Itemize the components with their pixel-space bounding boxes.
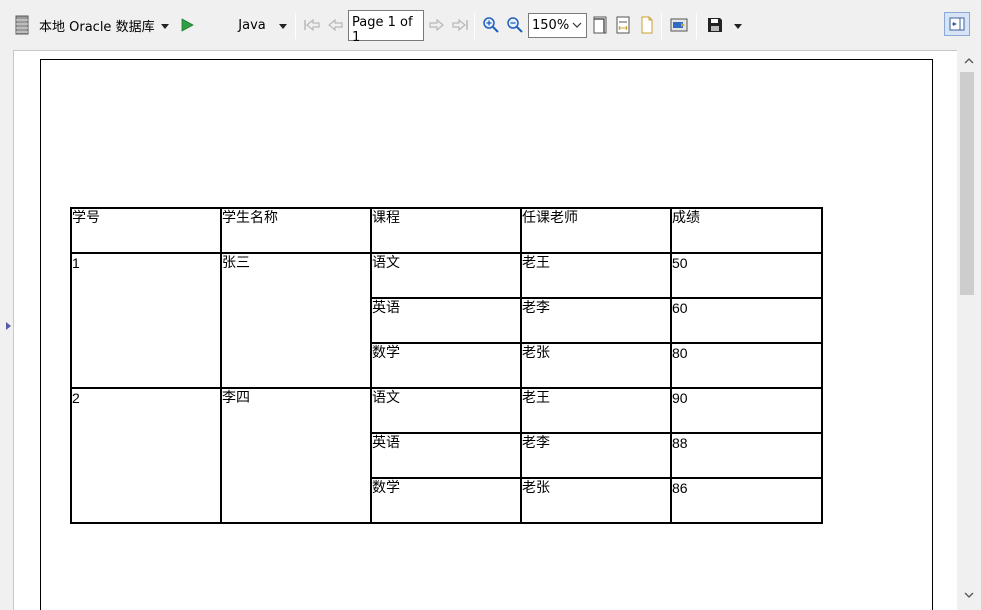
chevron-down-icon bbox=[161, 23, 169, 29]
datasource-select[interactable]: 本地 Oracle 数据库 bbox=[39, 16, 155, 35]
first-page-button[interactable] bbox=[302, 15, 322, 35]
chevron-down-icon bbox=[734, 23, 742, 29]
fit-width-button[interactable] bbox=[613, 15, 633, 35]
header-cell: 学号 bbox=[70, 207, 222, 254]
table-row: 2 李四 语文 老王 90 bbox=[70, 387, 823, 524]
score-cell: 90 bbox=[670, 387, 823, 434]
score-cell: 60 bbox=[670, 297, 823, 344]
course-cell: 语文 bbox=[370, 252, 522, 299]
chevron-down-icon bbox=[572, 22, 582, 28]
fit-page-button[interactable] bbox=[590, 15, 610, 35]
report-viewport[interactable]: 学号 学生名称 课程 任课老师 成绩 1 张三 语文 老王 50 英语 老李 6… bbox=[13, 50, 957, 610]
next-page-button[interactable] bbox=[426, 15, 446, 35]
teacher-cell: 老李 bbox=[520, 432, 672, 479]
last-page-icon bbox=[452, 18, 468, 32]
course-cell: 英语 bbox=[370, 297, 522, 344]
score-cell: 80 bbox=[670, 342, 823, 389]
toolbar: 本地 Oracle 数据库 Java Page 1 of 1 150% bbox=[0, 0, 981, 50]
page-indicator-text: Page 1 of 1 bbox=[352, 15, 413, 45]
page-width-icon bbox=[616, 16, 630, 34]
database-icon[interactable] bbox=[14, 15, 30, 35]
score-cell: 86 bbox=[670, 477, 823, 524]
course-cell: 语文 bbox=[370, 387, 522, 434]
save-button[interactable] bbox=[705, 15, 725, 35]
vertical-scrollbar[interactable] bbox=[957, 50, 981, 610]
datasource-label: 本地 Oracle 数据库 bbox=[39, 19, 155, 35]
scroll-up-icon[interactable] bbox=[964, 57, 974, 65]
save-dropdown-button[interactable] bbox=[732, 20, 744, 32]
toggle-panel-button[interactable] bbox=[944, 12, 970, 36]
zoom-in-icon bbox=[483, 17, 499, 33]
student-id-cell: 2 bbox=[70, 387, 222, 524]
toolbar-separator bbox=[474, 13, 475, 39]
floppy-disk-icon bbox=[708, 18, 722, 32]
score-cell: 88 bbox=[670, 432, 823, 479]
panel-toggle-icon bbox=[949, 17, 965, 31]
run-button[interactable] bbox=[178, 16, 196, 34]
play-icon bbox=[181, 18, 194, 32]
datasource-dropdown-button[interactable] bbox=[158, 20, 172, 32]
table-header-row: 学号 学生名称 课程 任课老师 成绩 bbox=[70, 207, 823, 254]
student-name-cell: 李四 bbox=[220, 387, 372, 524]
header-cell: 成绩 bbox=[670, 207, 823, 254]
language-label: Java bbox=[238, 17, 266, 33]
scrollbar-thumb[interactable] bbox=[960, 72, 974, 295]
language-dropdown-button[interactable] bbox=[276, 20, 290, 32]
student-name-cell: 张三 bbox=[220, 252, 372, 389]
header-cell: 学生名称 bbox=[220, 207, 372, 254]
prev-page-button[interactable] bbox=[326, 15, 346, 35]
toolbar-separator bbox=[295, 13, 296, 39]
zoom-out-icon bbox=[507, 17, 523, 33]
export-button[interactable] bbox=[668, 15, 690, 35]
score-cell: 50 bbox=[670, 252, 823, 299]
teacher-cell: 老王 bbox=[520, 387, 672, 434]
teacher-cell: 老张 bbox=[520, 477, 672, 524]
left-gutter bbox=[0, 50, 13, 610]
page-indicator[interactable]: Page 1 of 1 bbox=[348, 10, 424, 45]
course-cell: 数学 bbox=[370, 342, 522, 389]
student-id-cell: 1 bbox=[70, 252, 222, 389]
chevron-down-icon bbox=[279, 23, 287, 29]
teacher-cell: 老张 bbox=[520, 342, 672, 389]
toolbar-separator bbox=[661, 13, 662, 39]
export-icon bbox=[670, 18, 688, 32]
actual-size-button[interactable] bbox=[637, 15, 657, 35]
table-row: 1 张三 语文 老王 50 bbox=[70, 252, 823, 389]
zoom-out-button[interactable] bbox=[505, 15, 525, 35]
zoom-value: 150% bbox=[532, 18, 570, 33]
teacher-cell: 老王 bbox=[520, 252, 672, 299]
zoom-in-button[interactable] bbox=[481, 15, 501, 35]
report-table: 学号 学生名称 课程 任课老师 成绩 1 张三 语文 老王 50 英语 老李 6… bbox=[70, 207, 823, 524]
scroll-down-icon[interactable] bbox=[964, 591, 974, 599]
expand-panel-icon[interactable] bbox=[6, 322, 11, 330]
zoom-select[interactable]: 150% bbox=[528, 13, 587, 38]
teacher-cell: 老李 bbox=[520, 297, 672, 344]
prev-page-icon bbox=[328, 18, 343, 32]
course-cell: 数学 bbox=[370, 477, 522, 524]
course-cell: 英语 bbox=[370, 432, 522, 479]
language-select[interactable]: Java bbox=[234, 16, 270, 34]
header-cell: 任课老师 bbox=[520, 207, 672, 254]
page-icon bbox=[641, 16, 653, 34]
toolbar-separator bbox=[696, 13, 697, 39]
first-page-icon bbox=[304, 18, 320, 32]
full-page-icon bbox=[593, 16, 607, 34]
header-cell: 课程 bbox=[370, 207, 522, 254]
last-page-button[interactable] bbox=[450, 15, 470, 35]
report-page: 学号 学生名称 课程 任课老师 成绩 1 张三 语文 老王 50 英语 老李 6… bbox=[40, 59, 933, 610]
next-page-icon bbox=[429, 18, 444, 32]
